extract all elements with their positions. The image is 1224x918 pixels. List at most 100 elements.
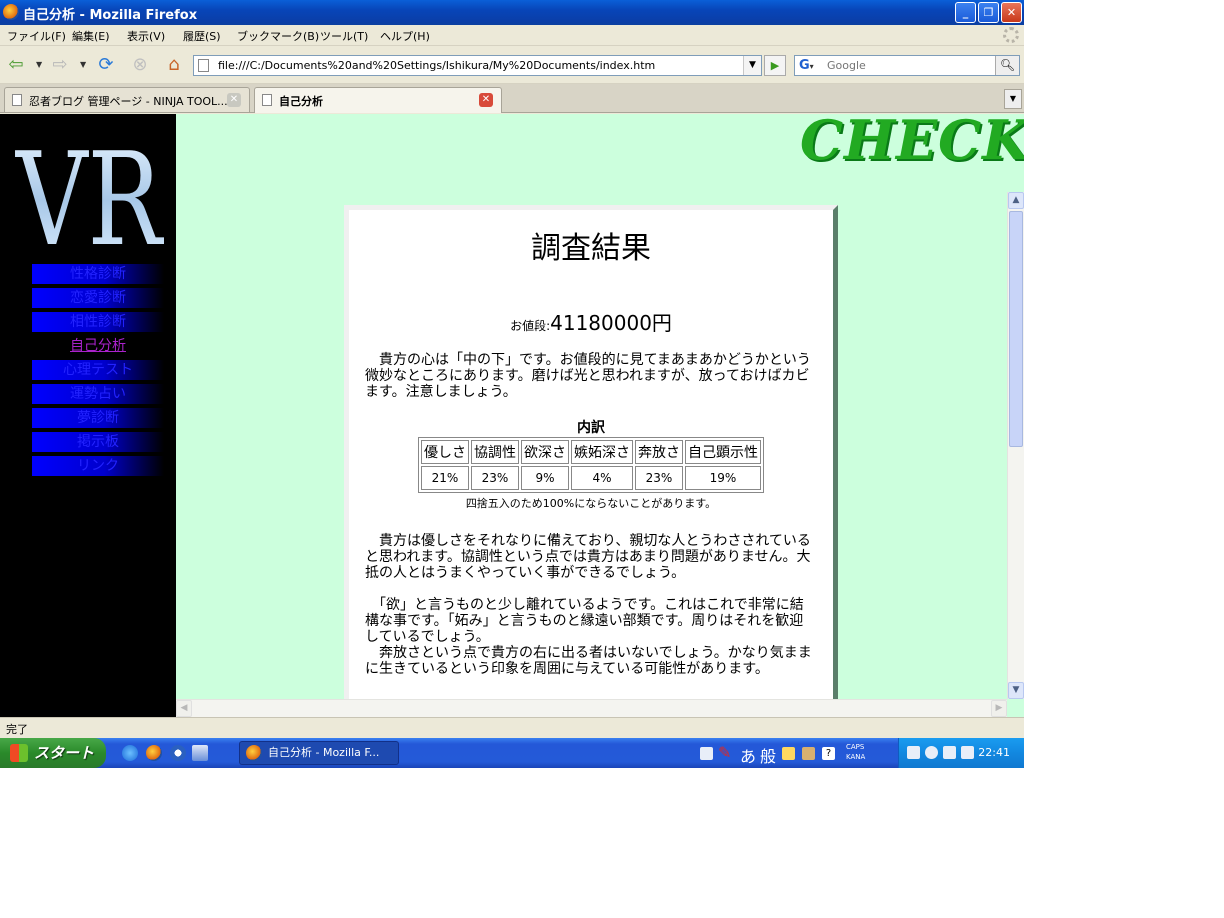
price-value: 41180000円 bbox=[550, 311, 672, 335]
back-history-dropdown[interactable]: ▼ bbox=[36, 60, 42, 69]
vr-logo: VR bbox=[14, 126, 164, 258]
page-icon bbox=[262, 94, 272, 106]
ime-toolbar: ✎ あ 般 ? CAPS KANA bbox=[698, 742, 888, 767]
home-icon[interactable]: ⌂ bbox=[162, 54, 186, 76]
table-row: 21% 23% 9% 4% 23% 19% bbox=[421, 466, 761, 490]
forward-arrow-icon[interactable]: ⇨ bbox=[48, 54, 72, 76]
ime-hiragana-mode[interactable]: あ bbox=[740, 743, 756, 767]
breakdown-table: 優しさ 協調性 欲深さ 嫉妬深さ 奔放さ 自己顕示性 21% 23% 9% 4%… bbox=[418, 437, 764, 493]
nav-links[interactable]: リンク bbox=[32, 456, 164, 476]
keyboard-icon[interactable] bbox=[700, 747, 713, 760]
menu-file[interactable]: ファイル(F) bbox=[7, 28, 66, 44]
start-label: スタート bbox=[34, 744, 95, 762]
clock[interactable]: 22:41 bbox=[978, 746, 1010, 759]
close-tab-icon[interactable]: ✕ bbox=[227, 93, 241, 107]
ime-icon[interactable]: ✎ bbox=[718, 743, 731, 762]
menu-view[interactable]: 表示(V) bbox=[127, 28, 165, 44]
volume-icon[interactable] bbox=[925, 746, 938, 759]
network-icon[interactable] bbox=[907, 746, 920, 759]
nav-love[interactable]: 恋愛診断 bbox=[32, 288, 164, 308]
horizontal-scrollbar[interactable]: ◀ ▶ bbox=[176, 699, 1007, 717]
ime-conversion-mode[interactable]: 般 bbox=[760, 743, 776, 767]
check-logo: CHECK bbox=[800, 114, 1024, 172]
search-input[interactable] bbox=[827, 57, 987, 74]
firefox-icon bbox=[246, 745, 262, 761]
window-titlebar[interactable]: 自己分析 - Mozilla Firefox _ ❐ ✕ bbox=[0, 0, 1024, 25]
taskbar-firefox-task[interactable]: 自己分析 - Mozilla F... bbox=[239, 741, 399, 765]
table-header-cell: 嫉妬深さ bbox=[571, 440, 633, 464]
minimize-button[interactable]: _ bbox=[955, 2, 976, 23]
menu-bookmarks[interactable]: ブックマーク(B) bbox=[237, 28, 319, 44]
google-engine-icon[interactable]: G▾ bbox=[796, 57, 824, 74]
ime-tools-icon[interactable] bbox=[802, 747, 815, 760]
url-input[interactable] bbox=[218, 57, 738, 74]
nav-compatibility[interactable]: 相性診断 bbox=[32, 312, 164, 332]
menu-help[interactable]: ヘルプ(H) bbox=[380, 28, 430, 44]
table-value-cell: 21% bbox=[421, 466, 469, 490]
address-bar[interactable]: ▼ bbox=[193, 55, 762, 76]
ime-pad-icon[interactable] bbox=[782, 747, 795, 760]
close-window-button[interactable]: ✕ bbox=[1001, 2, 1022, 23]
tab-bar: 忍者ブログ 管理ページ - NINJA TOOL... ✕ 自己分析 ✕ ▼ bbox=[0, 84, 1024, 113]
firefox-quicklaunch-icon[interactable] bbox=[146, 745, 162, 761]
tab-label: 自己分析 bbox=[279, 95, 323, 108]
table-value-cell: 9% bbox=[521, 466, 569, 490]
table-row: 優しさ 協調性 欲深さ 嫉妬深さ 奔放さ 自己顕示性 bbox=[421, 440, 761, 464]
go-button[interactable]: ▶ bbox=[764, 55, 786, 76]
tab-list-dropdown[interactable]: ▼ bbox=[1004, 89, 1022, 109]
desktop-quicklaunch-icon[interactable] bbox=[192, 745, 208, 761]
vertical-scroll-thumb[interactable] bbox=[1009, 211, 1023, 447]
menu-tools[interactable]: ツール(T) bbox=[320, 28, 368, 44]
reload-icon[interactable]: ⟳ bbox=[94, 54, 118, 76]
table-value-cell: 23% bbox=[635, 466, 683, 490]
table-value-cell: 4% bbox=[571, 466, 633, 490]
greed-paragraph: 「欲」と言うものと少し離れているようです。これはこれで非常に結構な事です。「妬み… bbox=[365, 597, 804, 645]
status-text: 完了 bbox=[6, 723, 28, 736]
breakdown-title: 内訳 bbox=[577, 420, 605, 436]
nav-fortune[interactable]: 運勢占い bbox=[32, 384, 164, 404]
result-title: 調査結果 bbox=[531, 231, 651, 266]
windows-flag-icon bbox=[10, 744, 28, 762]
search-bar[interactable]: G▾ 🔍︎ bbox=[794, 55, 1020, 76]
monitor-icon[interactable] bbox=[961, 746, 974, 759]
forward-history-dropdown[interactable]: ▼ bbox=[80, 60, 86, 69]
scroll-right-arrow-icon[interactable]: ▶ bbox=[991, 700, 1007, 717]
logo-text: VR bbox=[14, 126, 164, 258]
help-icon[interactable]: ? bbox=[822, 747, 835, 760]
nav-self-analysis[interactable]: 自己分析 bbox=[32, 336, 164, 356]
nav-bbs[interactable]: 掲示板 bbox=[32, 432, 164, 452]
scroll-left-arrow-icon[interactable]: ◀ bbox=[176, 700, 192, 717]
menu-bar: ファイル(F) 編集(E) 表示(V) 履歴(S) ブックマーク(B) ツール(… bbox=[0, 25, 1024, 46]
tab-label: 忍者ブログ 管理ページ - NINJA TOOL... bbox=[29, 95, 228, 108]
summary-paragraph: 貴方の心は「中の下」です。お値段的に見てまあまあかどうかという微妙なところにあり… bbox=[365, 352, 811, 400]
menu-edit[interactable]: 編集(E) bbox=[72, 28, 110, 44]
tab-self-analysis[interactable]: 自己分析 ✕ bbox=[254, 87, 502, 113]
navigation-toolbar: ⇦ ▼ ⇨ ▼ ⟳ ⊗ ⌂ ▼ ▶ G▾ 🔍︎ bbox=[0, 46, 1024, 84]
desktop-screen: 自己分析 - Mozilla Firefox _ ❐ ✕ ファイル(F) 編集(… bbox=[0, 0, 1024, 768]
url-history-dropdown[interactable]: ▼ bbox=[743, 56, 761, 75]
close-tab-icon[interactable]: ✕ bbox=[479, 93, 493, 107]
signal-icon[interactable] bbox=[943, 746, 956, 759]
rounding-note: 四捨五入のため100%にならないことがあります。 bbox=[465, 497, 717, 510]
nav-personality[interactable]: 性格診断 bbox=[32, 264, 164, 284]
scroll-up-arrow-icon[interactable]: ▲ bbox=[1008, 192, 1024, 209]
vertical-scrollbar[interactable]: ▲ ▼ bbox=[1007, 192, 1024, 699]
tab-ninja-blog[interactable]: 忍者ブログ 管理ページ - NINJA TOOL... ✕ bbox=[4, 87, 250, 112]
media-player-quicklaunch-icon[interactable] bbox=[170, 745, 186, 761]
freedom-paragraph: 奔放さという点で貴方の右に出る者はいないでしょう。かなり気ままに生きているという… bbox=[365, 645, 812, 677]
restore-button[interactable]: ❐ bbox=[978, 2, 999, 23]
nav-psych-test[interactable]: 心理テスト bbox=[32, 360, 164, 380]
stop-icon[interactable]: ⊗ bbox=[128, 54, 152, 76]
ie-quicklaunch-icon[interactable] bbox=[122, 745, 138, 761]
table-header-cell: 奔放さ bbox=[635, 440, 683, 464]
nav-dream[interactable]: 夢診断 bbox=[32, 408, 164, 428]
menu-history[interactable]: 履歴(S) bbox=[183, 28, 221, 44]
back-arrow-icon[interactable]: ⇦ bbox=[4, 54, 28, 76]
firefox-icon bbox=[3, 4, 19, 20]
search-magnifier-icon[interactable]: 🔍︎ bbox=[995, 56, 1019, 75]
start-button[interactable]: スタート bbox=[0, 738, 106, 768]
scroll-down-arrow-icon[interactable]: ▼ bbox=[1008, 682, 1024, 699]
window-title: 自己分析 - Mozilla Firefox bbox=[23, 8, 198, 23]
page-icon bbox=[198, 59, 209, 72]
result-panel: 調査結果 お値段:41180000円 貴方の心は「中の下」です。お値段的に見てま… bbox=[344, 205, 838, 717]
